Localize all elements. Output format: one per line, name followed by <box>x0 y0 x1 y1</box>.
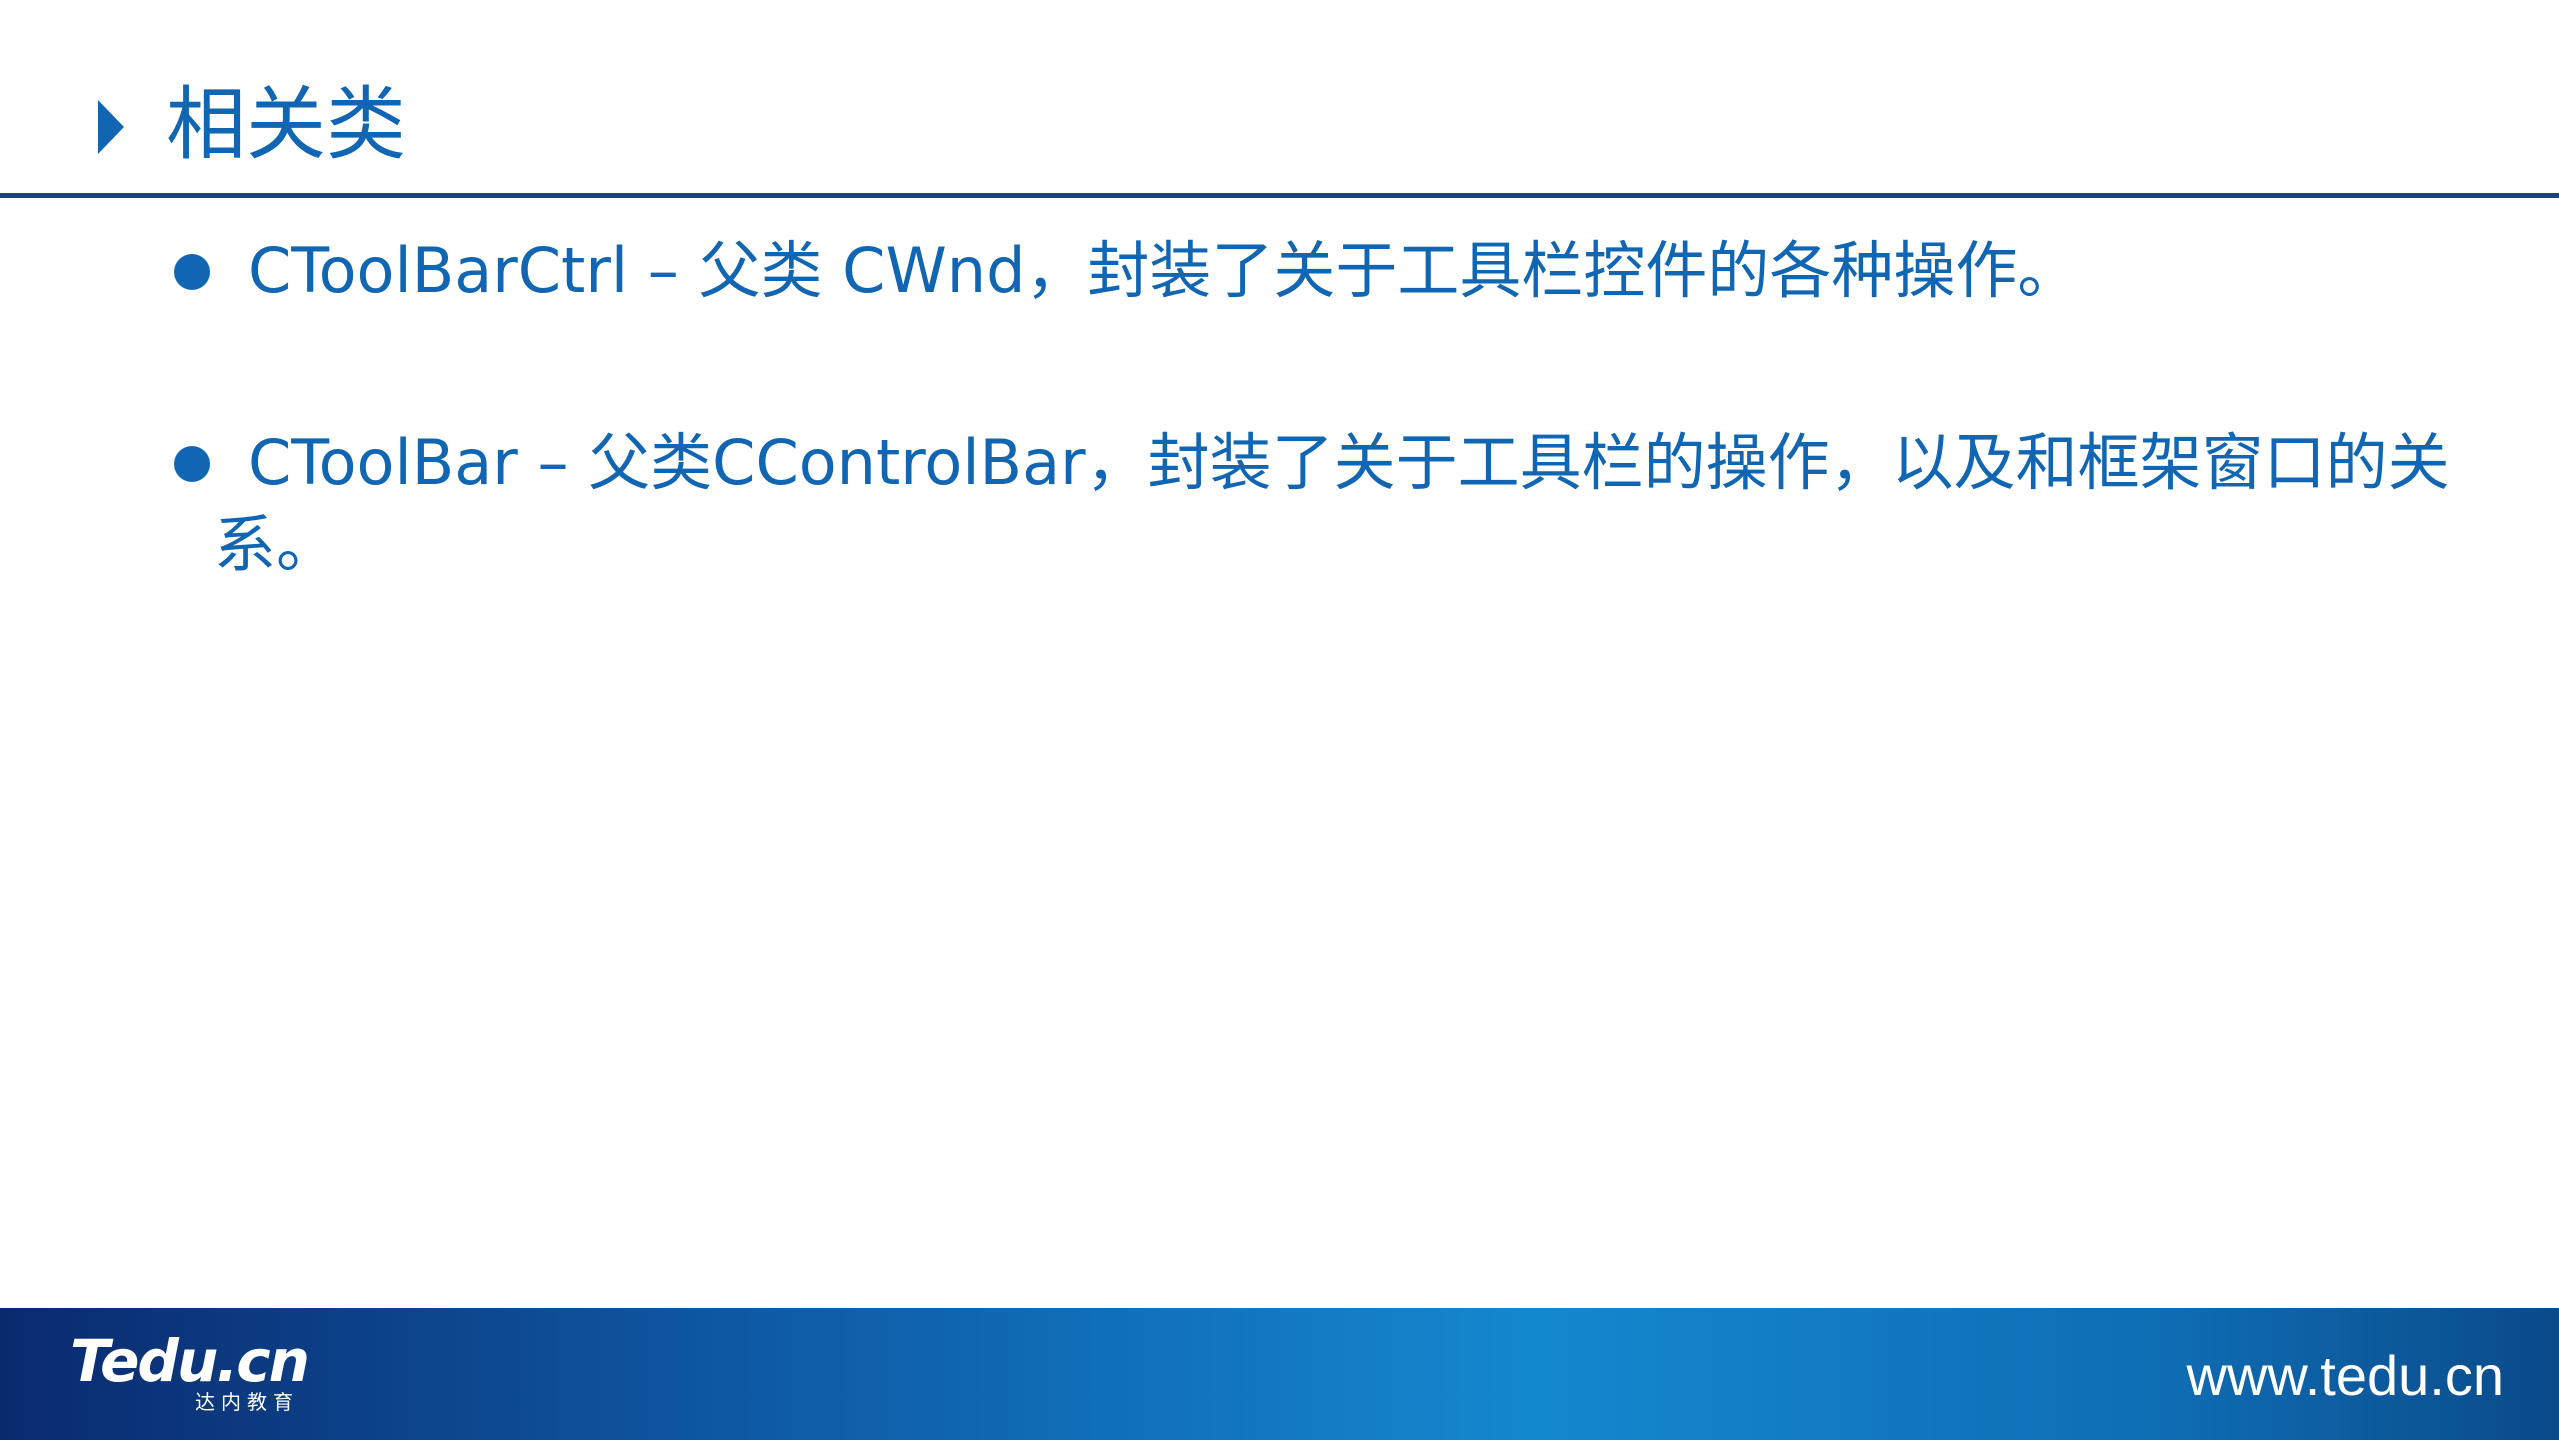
site-url: www.tedu.cn <box>2186 1344 2505 1407</box>
bullet-item-1: CToolBarCtrl – 父类 CWnd，封装了关于工具栏控件的各种操作。 <box>248 234 2080 307</box>
bullet-item-2: CToolBar – 父类CControlBar，封装了关于工具栏的操作，以及和… <box>248 426 2450 499</box>
bullet-dot-icon <box>174 254 210 290</box>
bullet-item-2-continuation: 系。 <box>214 508 339 581</box>
tedu-logo: Tedu.cn 达内教育 <box>70 1327 310 1414</box>
bullet-list: CToolBarCtrl – 父类 CWnd，封装了关于工具栏控件的各种操作。 … <box>0 0 2559 700</box>
footer-bar: Tedu.cn 达内教育 www.tedu.cn <box>0 1308 2559 1440</box>
slide: 相关类 CToolBarCtrl – 父类 CWnd，封装了关于工具栏控件的各种… <box>0 0 2559 1440</box>
logo-wordmark: Tedu.cn <box>70 1327 310 1395</box>
bullet-dot-icon <box>174 446 210 482</box>
logo-subtitle: 达内教育 <box>195 1390 299 1414</box>
